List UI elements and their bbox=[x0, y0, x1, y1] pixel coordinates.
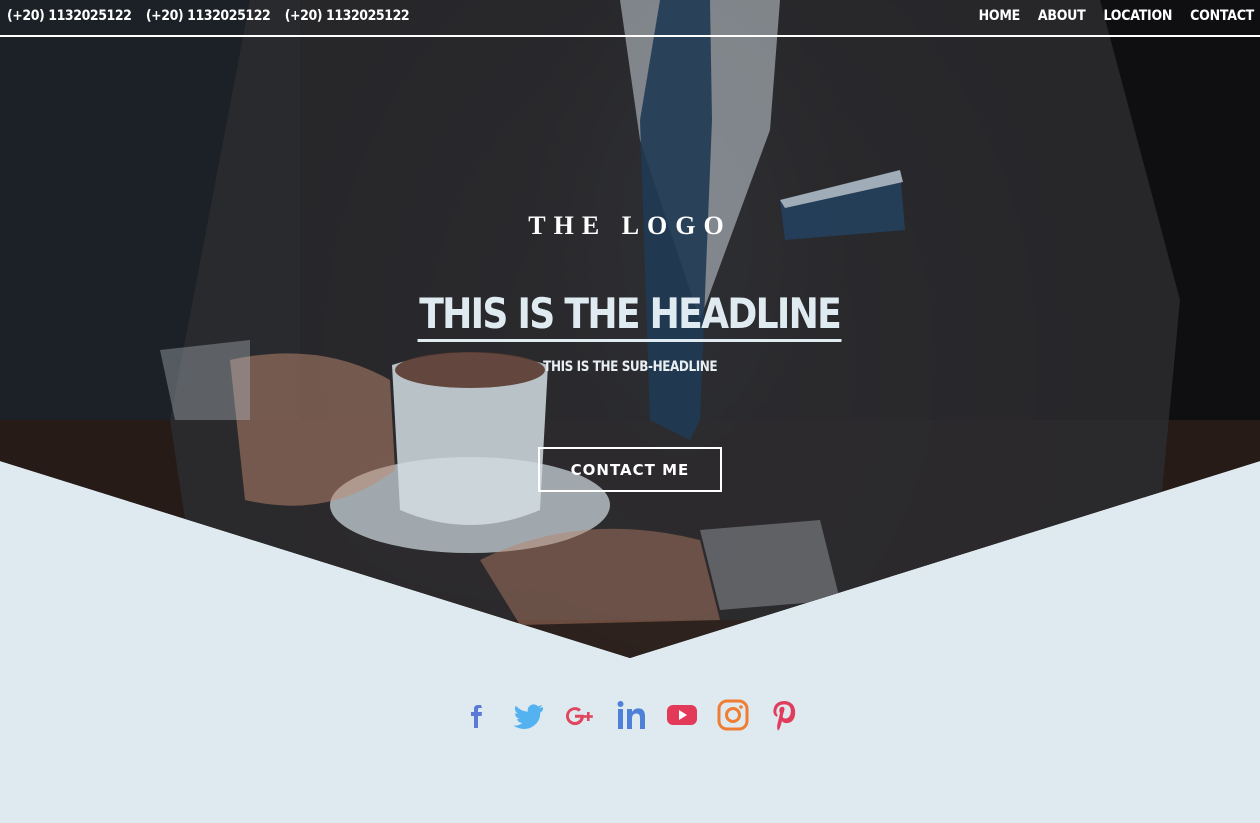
site-logo[interactable]: THE LOGO bbox=[0, 211, 1260, 241]
page-headline: THIS IS THE HEADLINE bbox=[417, 290, 842, 342]
nav-location[interactable]: LOCATION bbox=[1103, 8, 1172, 24]
linkedin-icon bbox=[617, 701, 645, 729]
nav-contact[interactable]: CONTACT bbox=[1190, 8, 1254, 24]
twitter-icon bbox=[513, 704, 543, 730]
twitter-link[interactable] bbox=[511, 697, 547, 733]
phone-number-1[interactable]: (+20) 1132025122 bbox=[7, 8, 132, 24]
pinterest-icon bbox=[773, 701, 796, 731]
google-plus-icon bbox=[566, 707, 593, 726]
nav-about[interactable]: ABOUT bbox=[1038, 8, 1086, 24]
facebook-link[interactable] bbox=[460, 697, 496, 733]
page-subheadline: THIS IS THE SUB-HEADLINE bbox=[542, 359, 718, 375]
main-nav: HOME ABOUT LOCATION CONTACT bbox=[979, 8, 1255, 24]
pinterest-link[interactable] bbox=[766, 697, 802, 733]
phone-number-3[interactable]: (+20) 1132025122 bbox=[285, 8, 410, 24]
nav-home[interactable]: HOME bbox=[979, 8, 1021, 24]
google-plus-link[interactable] bbox=[562, 697, 598, 733]
instagram-link[interactable] bbox=[715, 697, 751, 733]
headline-container: THIS IS THE HEADLINE bbox=[0, 290, 1260, 342]
phone-number-2[interactable]: (+20) 1132025122 bbox=[146, 8, 271, 24]
contact-me-button[interactable]: CONTACT ME bbox=[538, 447, 722, 492]
phone-list: (+20) 1132025122 (+20) 1132025122 (+20) … bbox=[7, 8, 410, 24]
social-links bbox=[460, 697, 800, 733]
youtube-link[interactable] bbox=[664, 697, 700, 733]
facebook-icon bbox=[471, 705, 482, 728]
youtube-icon bbox=[667, 705, 697, 725]
top-bar: (+20) 1132025122 (+20) 1132025122 (+20) … bbox=[0, 0, 1260, 37]
instagram-icon bbox=[717, 699, 749, 731]
sub-headline-container: THIS IS THE SUB-HEADLINE bbox=[0, 359, 1260, 375]
linkedin-link[interactable] bbox=[613, 697, 649, 733]
